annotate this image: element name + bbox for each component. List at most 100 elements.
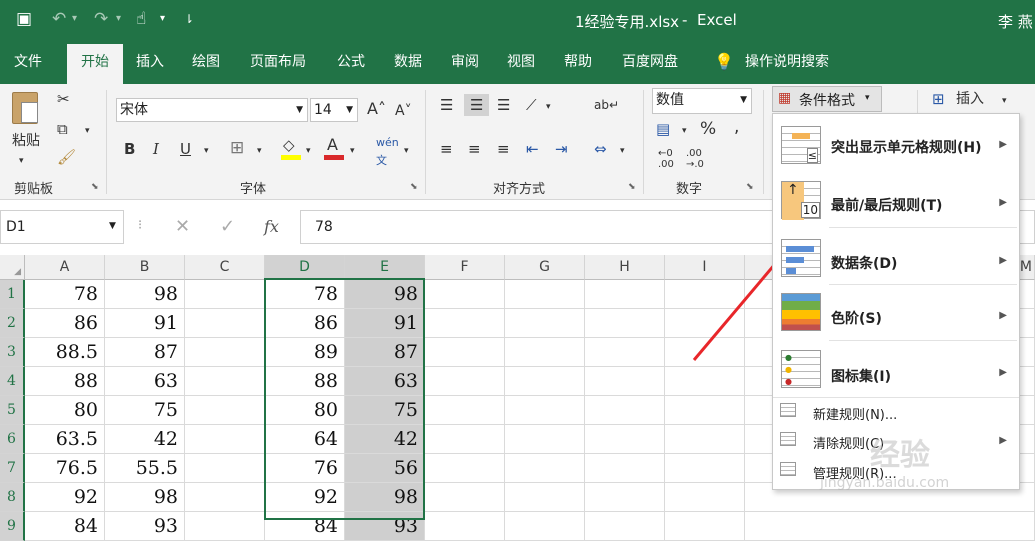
grow-font-icon[interactable]: A˄: [367, 100, 386, 118]
cell[interactable]: 84: [265, 512, 345, 541]
wrap-text-icon[interactable]: ab↵: [594, 96, 619, 114]
cell[interactable]: [425, 280, 505, 309]
decrease-decimal-icon[interactable]: .00 →.0: [686, 148, 704, 170]
copy-dropdown-icon[interactable]: ▾: [85, 122, 90, 140]
cell[interactable]: 64: [265, 425, 345, 454]
redo-icon[interactable]: ↷: [94, 9, 108, 29]
column-header-a[interactable]: A: [25, 255, 105, 280]
row-header[interactable]: 2: [0, 309, 25, 338]
cell[interactable]: 42: [345, 425, 425, 454]
cancel-icon[interactable]: ✕: [175, 216, 190, 237]
align-middle-icon[interactable]: ☰: [464, 94, 490, 116]
align-top-icon[interactable]: ☰: [440, 96, 453, 114]
cell[interactable]: [505, 396, 585, 425]
tab-data[interactable]: 数据: [394, 51, 422, 73]
cut-icon[interactable]: ✂: [57, 90, 70, 108]
cell[interactable]: [425, 425, 505, 454]
tab-baidu-netdisk[interactable]: 百度网盘: [622, 51, 678, 73]
cell[interactable]: [185, 367, 265, 396]
cell[interactable]: 76.5: [25, 454, 105, 483]
tab-formulas[interactable]: 公式: [337, 51, 365, 73]
cell[interactable]: [185, 454, 265, 483]
cell[interactable]: 86: [25, 309, 105, 338]
format-painter-icon[interactable]: 🖌: [57, 148, 76, 166]
insert-cells-button[interactable]: 插入: [956, 90, 984, 108]
cell[interactable]: [585, 454, 665, 483]
increase-indent-icon[interactable]: ⇥: [555, 140, 568, 158]
font-size-select[interactable]: 14 ▼: [310, 98, 358, 122]
alignment-launcher-icon[interactable]: ⬊: [628, 182, 636, 192]
align-center-icon[interactable]: ≡: [468, 140, 481, 158]
cell[interactable]: [185, 512, 265, 541]
cell[interactable]: 89: [265, 338, 345, 367]
underline-dropdown-icon[interactable]: ▾: [204, 142, 209, 160]
menu-item-top-bottom-rules[interactable]: ↑ 10 最前/最后规则(T) ▶: [773, 174, 1019, 230]
phonetic-dropdown-icon[interactable]: ▾: [404, 142, 409, 160]
enter-icon[interactable]: ✓: [220, 216, 235, 237]
merge-center-icon[interactable]: ⇔: [594, 140, 607, 158]
cell[interactable]: [665, 483, 745, 512]
cell[interactable]: [585, 396, 665, 425]
cell[interactable]: [665, 396, 745, 425]
copy-icon[interactable]: ⧉: [57, 120, 68, 138]
number-launcher-icon[interactable]: ⬊: [746, 182, 754, 192]
cell[interactable]: 91: [105, 309, 185, 338]
tab-page-layout[interactable]: 页面布局: [250, 51, 306, 73]
column-header-f[interactable]: F: [425, 255, 505, 280]
row-header[interactable]: 9: [0, 512, 25, 541]
underline-icon[interactable]: U: [180, 140, 191, 158]
accounting-dropdown-icon[interactable]: ▾: [682, 122, 687, 140]
align-left-icon[interactable]: ≡: [440, 140, 453, 158]
column-header-d[interactable]: D: [265, 255, 345, 280]
cell[interactable]: [425, 338, 505, 367]
cell[interactable]: [185, 280, 265, 309]
accounting-format-icon[interactable]: ▤: [656, 120, 670, 138]
cell[interactable]: [185, 425, 265, 454]
insert-function-icon[interactable]: fx: [264, 217, 279, 236]
cell[interactable]: 92: [265, 483, 345, 512]
save-icon[interactable]: ▣: [16, 9, 32, 29]
select-all-corner[interactable]: ◢: [0, 255, 25, 280]
cell[interactable]: [585, 367, 665, 396]
touch-dropdown-icon[interactable]: ▾: [160, 9, 165, 29]
cell[interactable]: [665, 280, 745, 309]
cell[interactable]: 98: [345, 280, 425, 309]
tab-review[interactable]: 审阅: [451, 51, 479, 73]
menu-item-icon-sets[interactable]: ● ● ● 图标集(I) ▶: [773, 342, 1019, 396]
comma-style-icon[interactable]: ,: [734, 118, 739, 136]
cell[interactable]: 93: [345, 512, 425, 541]
increase-decimal-icon[interactable]: ←0.00: [658, 148, 674, 170]
font-color-dropdown-icon[interactable]: ▾: [350, 142, 355, 160]
customize-qat-icon[interactable]: ⇂: [184, 9, 194, 29]
tab-insert[interactable]: 插入: [136, 51, 164, 73]
more-options-icon[interactable]: ⁝: [138, 218, 142, 233]
cell[interactable]: [505, 338, 585, 367]
cell[interactable]: 63: [345, 367, 425, 396]
cell[interactable]: [665, 454, 745, 483]
italic-icon[interactable]: I: [153, 140, 159, 158]
cell[interactable]: 56: [345, 454, 425, 483]
cell[interactable]: 91: [345, 309, 425, 338]
cell[interactable]: [585, 280, 665, 309]
paste-button[interactable]: 粘贴: [12, 132, 40, 150]
merge-dropdown-icon[interactable]: ▾: [620, 142, 625, 160]
cell[interactable]: [665, 309, 745, 338]
tab-help[interactable]: 帮助: [564, 51, 592, 73]
font-launcher-icon[interactable]: ⬊: [410, 182, 418, 192]
cell[interactable]: [505, 454, 585, 483]
cell[interactable]: [505, 483, 585, 512]
tab-view[interactable]: 视图: [507, 51, 535, 73]
cell[interactable]: 98: [105, 280, 185, 309]
column-header-c[interactable]: C: [185, 255, 265, 280]
cell[interactable]: [425, 483, 505, 512]
number-format-select[interactable]: 数值 ▼: [652, 88, 752, 114]
cell[interactable]: 88: [25, 367, 105, 396]
cell[interactable]: 63: [105, 367, 185, 396]
cell[interactable]: 42: [105, 425, 185, 454]
cell[interactable]: [585, 338, 665, 367]
cell[interactable]: 63.5: [25, 425, 105, 454]
column-header-g[interactable]: G: [505, 255, 585, 280]
fill-dropdown-icon[interactable]: ▾: [306, 142, 311, 160]
cell[interactable]: 78: [265, 280, 345, 309]
cell[interactable]: [185, 483, 265, 512]
